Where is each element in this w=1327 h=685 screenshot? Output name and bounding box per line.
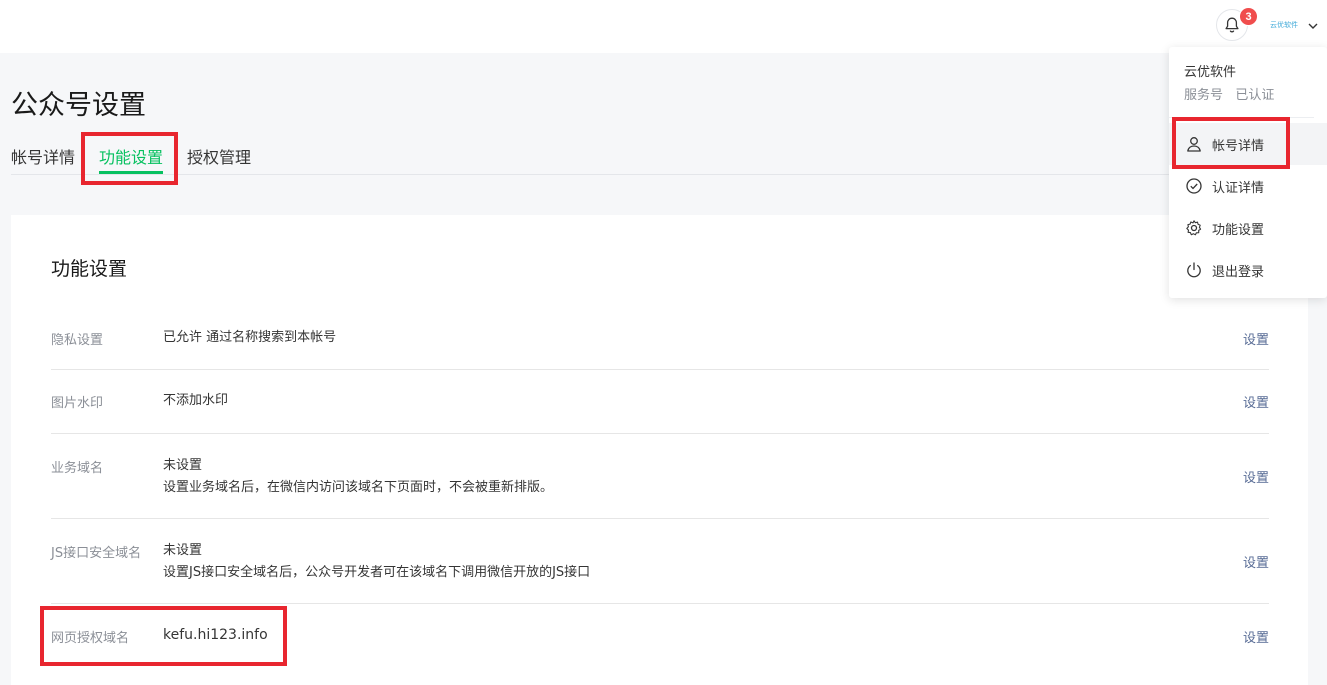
gear-icon bbox=[1186, 220, 1202, 236]
watermark-settings-link[interactable]: 设置 bbox=[1243, 392, 1269, 411]
row-value: 不添加水印 bbox=[163, 393, 229, 408]
settings-row-oauth-domain: 网页授权域名 kefu.hi123.info 设置 bbox=[51, 604, 1269, 668]
row-value: 未设置 bbox=[163, 543, 203, 558]
menu-item-label: 退出登录 bbox=[1212, 265, 1265, 280]
row-description: 设置JS接口安全域名后，公众号开发者可在该域名下调用微信开放的JS接口 bbox=[163, 565, 591, 580]
settings-row-privacy: 隐私设置 已允许 通过名称搜索到本帐号 设置 bbox=[51, 307, 1269, 370]
row-label: 图片水印 bbox=[51, 396, 104, 411]
row-value: 未设置 bbox=[163, 458, 203, 473]
row-label: JS接口安全域名 bbox=[51, 546, 142, 561]
row-label: 业务域名 bbox=[51, 461, 104, 476]
divider bbox=[1169, 117, 1314, 118]
menu-item-label: 认证详情 bbox=[1212, 181, 1265, 196]
account-name: 云优软件 bbox=[1184, 65, 1237, 80]
menu-item-account-details[interactable]: 帐号详情 bbox=[1169, 123, 1327, 165]
check-circle-icon bbox=[1186, 178, 1202, 194]
menu-item-logout[interactable]: 退出登录 bbox=[1169, 249, 1327, 291]
tab-function-settings[interactable]: 功能设置 bbox=[99, 144, 163, 168]
settings-row-business-domain: 业务域名 未设置 设置业务域名后，在微信内访问该域名下页面时，不会被重新排版。 … bbox=[51, 434, 1269, 519]
account-meta: 服务号 已认证 bbox=[1184, 84, 1274, 103]
tab-bar: 帐号详情 功能设置 授权管理 bbox=[11, 140, 1171, 175]
oauth-domain-settings-link[interactable]: 设置 bbox=[1243, 627, 1269, 646]
account-logo[interactable]: 云优软件 bbox=[1270, 20, 1298, 30]
settings-row-watermark: 图片水印 不添加水印 设置 bbox=[51, 370, 1269, 434]
menu-item-label: 功能设置 bbox=[1212, 223, 1265, 238]
settings-row-js-domain: JS接口安全域名 未设置 设置JS接口安全域名后，公众号开发者可在该域名下调用微… bbox=[51, 519, 1269, 604]
privacy-settings-link[interactable]: 设置 bbox=[1243, 329, 1269, 348]
top-bar: 3 云优软件 bbox=[0, 0, 1327, 53]
chevron-down-icon[interactable] bbox=[1306, 19, 1320, 33]
row-description: 设置业务域名后，在微信内访问该域名下页面时，不会被重新排版。 bbox=[163, 480, 554, 495]
card-title: 功能设置 bbox=[51, 258, 128, 280]
active-tab-indicator bbox=[99, 171, 163, 174]
account-dropdown-menu: 云优软件 服务号 已认证 帐号详情 认证详情 功能设置 退出登录 bbox=[1169, 47, 1327, 298]
account-type: 服务号 bbox=[1184, 88, 1224, 103]
row-label: 隐私设置 bbox=[51, 333, 104, 348]
menu-item-function-settings[interactable]: 功能设置 bbox=[1169, 207, 1327, 249]
notification-badge: 3 bbox=[1239, 7, 1258, 26]
power-icon bbox=[1187, 262, 1201, 278]
row-value: 已允许 通过名称搜索到本帐号 bbox=[163, 330, 337, 345]
tab-authorization-management[interactable]: 授权管理 bbox=[187, 144, 251, 168]
page-title: 公众号设置 bbox=[11, 90, 146, 121]
menu-item-verification-details[interactable]: 认证详情 bbox=[1169, 165, 1327, 207]
function-settings-card: 功能设置 隐私设置 已允许 通过名称搜索到本帐号 设置 图片水印 不添加水印 设… bbox=[11, 215, 1308, 685]
menu-item-label: 帐号详情 bbox=[1212, 139, 1265, 154]
tab-account-details[interactable]: 帐号详情 bbox=[11, 144, 75, 168]
user-icon bbox=[1187, 137, 1201, 152]
business-domain-settings-link[interactable]: 设置 bbox=[1243, 467, 1269, 486]
verified-status: 已认证 bbox=[1235, 88, 1275, 103]
row-value: kefu.hi123.info bbox=[163, 627, 268, 643]
row-label: 网页授权域名 bbox=[51, 631, 130, 646]
js-domain-settings-link[interactable]: 设置 bbox=[1243, 552, 1269, 571]
